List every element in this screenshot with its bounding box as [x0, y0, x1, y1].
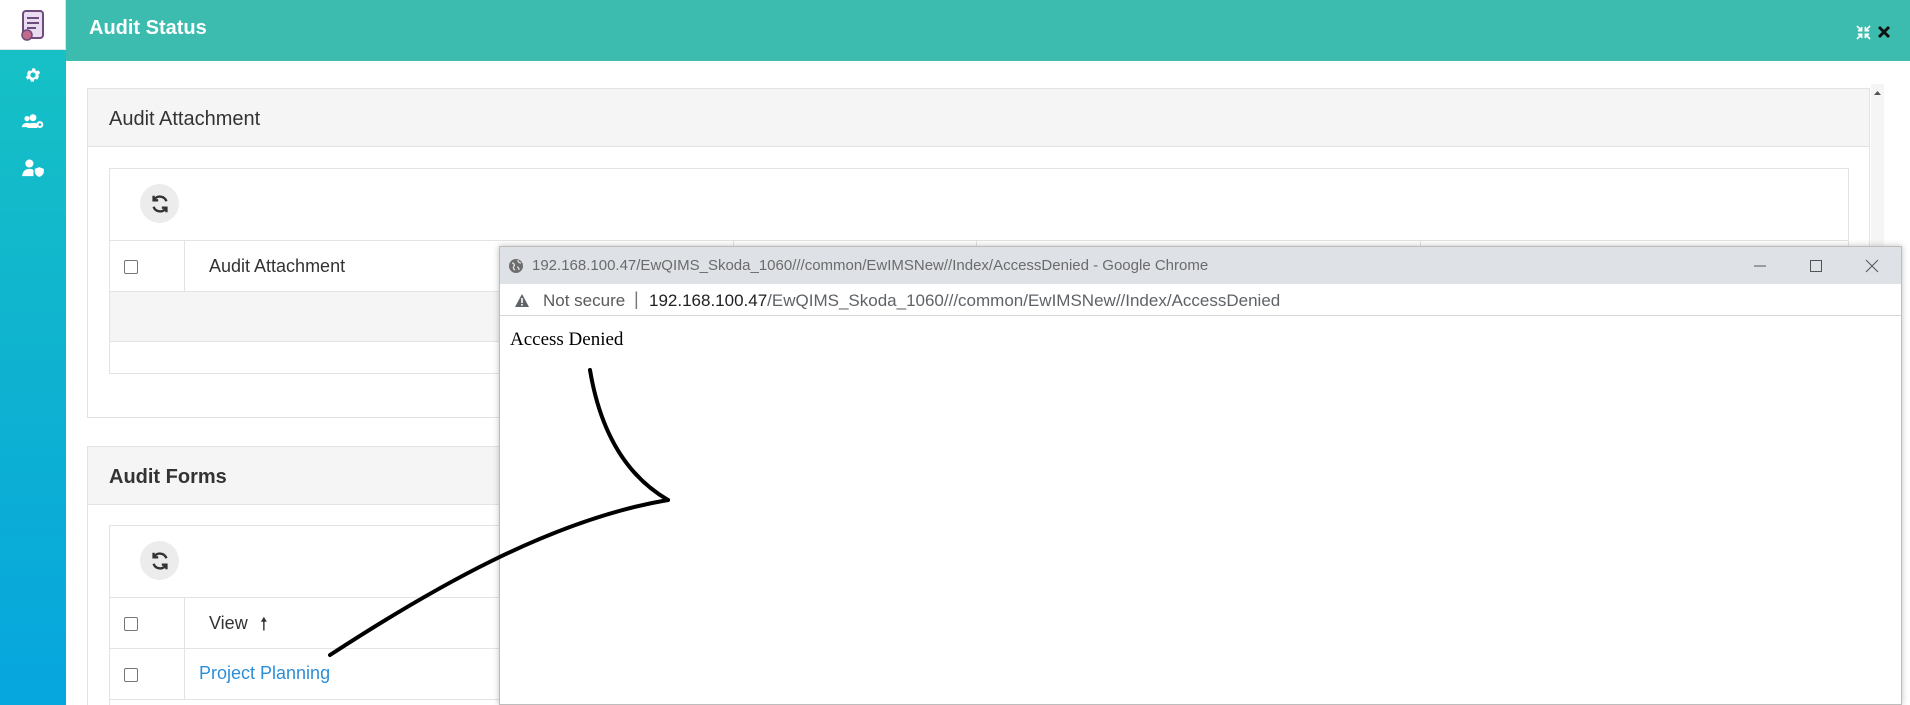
row-checkbox[interactable] — [124, 668, 138, 682]
document-logo-icon — [20, 9, 44, 41]
url-text[interactable]: 192.168.100.47/EwQIMS_Skoda_1060///commo… — [649, 291, 1280, 311]
close-icon — [1865, 259, 1879, 273]
minimize-button[interactable] — [1853, 22, 1873, 42]
globe-icon — [509, 259, 523, 273]
users-cog-icon — [21, 114, 44, 128]
window-title: 192.168.100.47/EwQIMS_Skoda_1060///commo… — [532, 257, 1209, 274]
column-header-audit-attachment[interactable]: Audit Attachment — [209, 256, 345, 277]
url-path: /EwQIMS_Skoda_1060///common/EwIMSNew//In… — [767, 291, 1281, 310]
audit-attachment-panel-header: Audit Attachment — [88, 89, 1869, 147]
audit-forms-panel-title: Audit Forms — [109, 466, 227, 488]
window-maximize-button[interactable] — [1796, 253, 1836, 279]
sidebar — [0, 0, 66, 705]
column-divider — [184, 649, 185, 700]
gear-icon — [25, 68, 41, 82]
sort-ascending-icon[interactable]: 🠕 — [260, 612, 268, 642]
address-separator: | — [634, 289, 639, 309]
select-all-checkbox[interactable] — [124, 260, 138, 274]
column-divider — [184, 241, 185, 292]
window-minimize-button[interactable] — [1740, 253, 1780, 279]
window-titlebar[interactable]: 192.168.100.47/EwQIMS_Skoda_1060///commo… — [500, 247, 1901, 284]
column-header-view[interactable]: View — [209, 613, 248, 634]
warning-icon — [515, 294, 529, 307]
refresh-icon — [151, 551, 168, 570]
address-bar[interactable]: Not secure | 192.168.100.47/EwQIMS_Skoda… — [500, 284, 1901, 316]
refresh-attachments-button[interactable] — [140, 184, 179, 223]
sidebar-item-users[interactable] — [0, 105, 66, 139]
refresh-icon — [151, 194, 168, 213]
sidebar-item-user-security[interactable] — [0, 151, 66, 185]
app-logo[interactable] — [0, 0, 66, 50]
audit-attachment-panel-title: Audit Attachment — [109, 108, 261, 130]
chrome-popup-window: 192.168.100.47/EwQIMS_Skoda_1060///commo… — [499, 246, 1902, 705]
user-shield-icon — [22, 159, 44, 177]
scroll-up-icon — [1874, 91, 1881, 95]
column-divider — [184, 598, 185, 649]
close-icon — [1877, 25, 1891, 39]
page-header: Audit Status — [66, 0, 1910, 61]
page-title: Audit Status — [89, 17, 207, 39]
not-secure-label[interactable]: Not secure — [543, 291, 625, 311]
access-denied-message: Access Denied — [510, 329, 624, 350]
sidebar-item-settings[interactable] — [0, 58, 66, 92]
select-all-checkbox[interactable] — [124, 617, 138, 631]
maximize-icon — [1810, 260, 1822, 272]
close-button[interactable] — [1874, 22, 1894, 42]
compress-icon — [1855, 24, 1871, 40]
project-planning-link[interactable]: Project Planning — [199, 663, 330, 684]
window-close-button[interactable] — [1852, 253, 1892, 279]
refresh-forms-button[interactable] — [140, 541, 179, 580]
minimize-icon — [1754, 265, 1766, 267]
url-host: 192.168.100.47 — [649, 291, 768, 310]
